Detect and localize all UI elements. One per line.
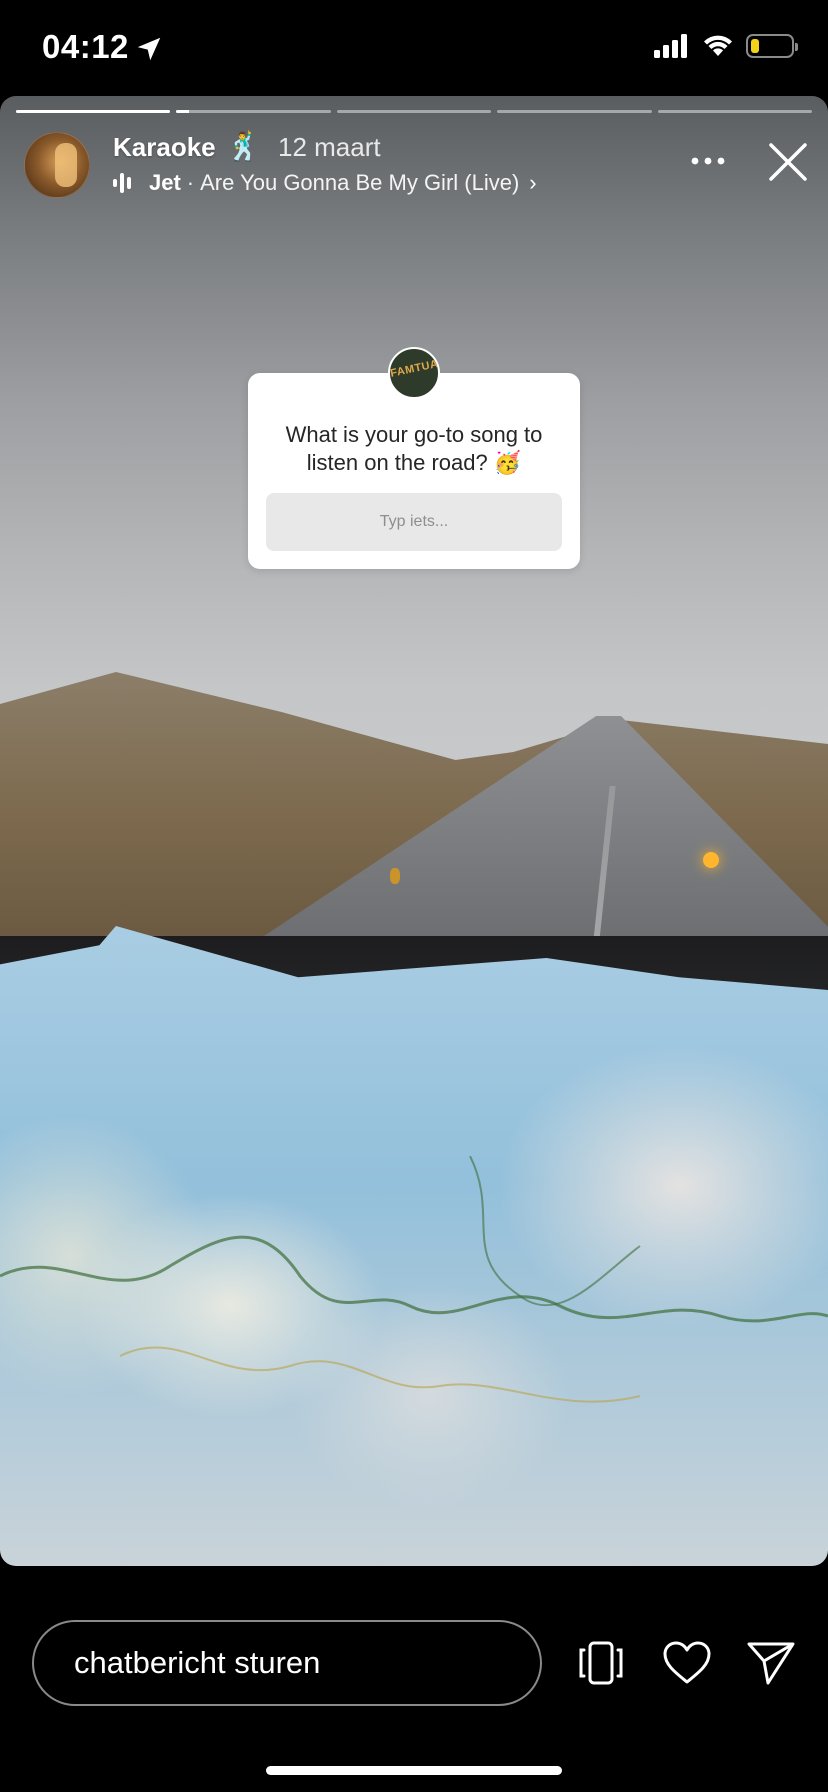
status-indicators [654,34,798,58]
equalizer-icon [113,173,131,193]
username-emoji: 🕺 [226,131,261,162]
send-icon[interactable] [746,1640,796,1686]
story-date: 12 maart [278,132,381,162]
story-card[interactable]: Karaoke 🕺 12 maart Jet · Are You Gonna B… [0,96,828,1566]
question-sticker[interactable]: FAMTUAN What is your go-to song to liste… [248,347,580,569]
sticker-question: What is your go-to song to listen on the… [285,422,543,475]
bottom-bar: chatbericht sturen [0,1566,828,1792]
close-icon[interactable] [766,140,810,184]
music-track: Are You Gonna Be My Girl (Live) [200,170,520,195]
location-arrow-icon [137,37,161,61]
status-bar: 04:12 [0,0,828,96]
more-options-icon[interactable] [690,154,726,168]
progress-segment [176,110,331,113]
battery-level [751,39,759,53]
story-progress-bar [16,110,813,114]
music-artist: Jet [149,170,181,195]
music-separator: · [186,170,195,195]
message-placeholder: chatbericht sturen [74,1645,321,1680]
home-indicator [266,1766,562,1775]
username[interactable]: Karaoke [113,132,216,163]
cellular-signal-icon [654,34,687,58]
music-attribution[interactable]: Jet · Are You Gonna Be My Girl (Live) › [113,168,537,198]
heart-icon[interactable] [662,1640,712,1686]
sticker-avatar-text: FAMTUAN [389,356,440,380]
progress-segment [336,110,492,113]
progress-segment [657,110,813,113]
sticker-avatar: FAMTUAN [388,347,440,399]
battery-icon [746,34,798,58]
profile-avatar[interactable] [24,132,90,198]
chevron-right-icon: › [529,170,537,195]
rotate-phone-icon[interactable] [576,1640,626,1686]
sticker-answer-input[interactable] [266,493,562,551]
status-time: 04:12 [42,28,129,65]
map-coastline-decoration [0,1156,828,1403]
progress-segment [16,110,171,113]
story-background-photo [0,96,828,1566]
progress-segment [497,110,652,113]
message-input[interactable]: chatbericht sturen [32,1620,542,1706]
wifi-icon [704,35,732,56]
